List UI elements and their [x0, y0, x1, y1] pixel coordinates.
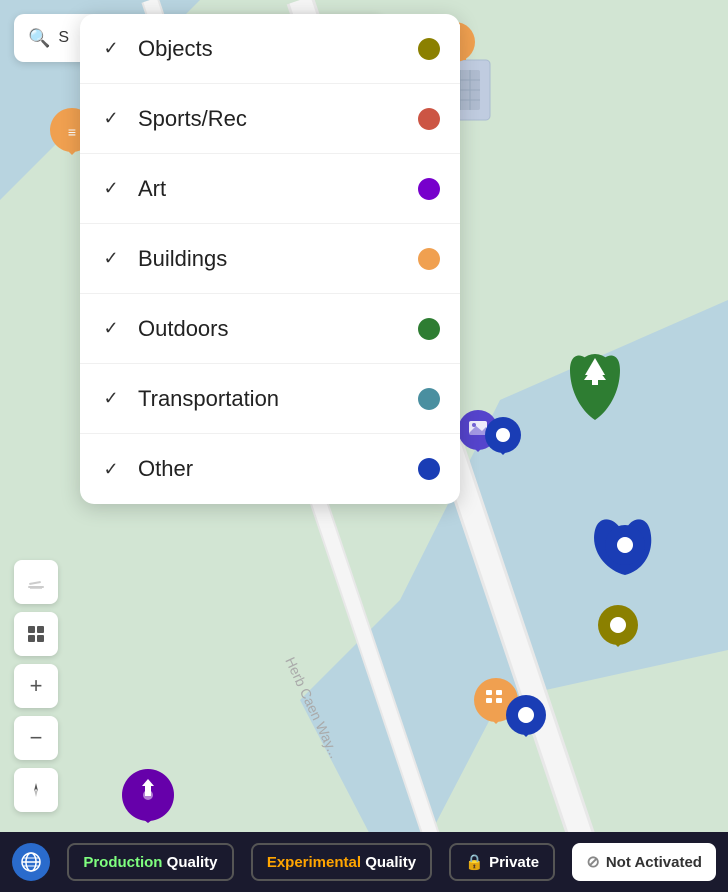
compass-button[interactable] [14, 768, 58, 812]
left-toolbar: + − [14, 560, 58, 812]
private-button[interactable]: 🔒 Private [449, 843, 555, 881]
check-icon: ✓ [100, 458, 122, 480]
slash-icon: ⊘ [586, 852, 599, 872]
experimental-quality-button[interactable]: Experimental Quality [251, 843, 432, 881]
filter-item-buildings[interactable]: ✓ Buildings [80, 224, 460, 294]
filter-item-transportation[interactable]: ✓ Transportation [80, 364, 460, 434]
check-icon: ✓ [100, 108, 122, 130]
production-label: Production [83, 854, 162, 871]
production-quality-button[interactable]: Production Quality [67, 843, 233, 881]
filter-item-label: Buildings [138, 246, 418, 272]
bottom-bar: Production Quality Experimental Quality … [0, 832, 728, 892]
not-activated-button[interactable]: ⊘ Not Activated [572, 843, 716, 881]
check-icon: ✓ [100, 38, 122, 60]
zoom-out-button[interactable]: − [14, 716, 58, 760]
svg-text:≡: ≡ [68, 124, 76, 140]
filter-item-other[interactable]: ✓ Other [80, 434, 460, 504]
filter-item-objects[interactable]: ✓ Objects [80, 14, 460, 84]
check-icon: ✓ [100, 178, 122, 200]
filter-item-label: Outdoors [138, 316, 418, 342]
not-activated-label: Not Activated [606, 854, 702, 871]
check-icon: ✓ [100, 388, 122, 410]
private-label: Private [489, 854, 539, 871]
edit-button[interactable] [14, 560, 58, 604]
filter-dot [418, 248, 440, 270]
filter-item-outdoors[interactable]: ✓ Outdoors [80, 294, 460, 364]
search-icon: 🔍 [28, 28, 50, 49]
filter-item-sports-rec[interactable]: ✓ Sports/Rec [80, 84, 460, 154]
check-icon: ✓ [100, 248, 122, 270]
filter-item-label: Other [138, 456, 418, 482]
filter-dot [418, 178, 440, 200]
filter-item-label: Transportation [138, 386, 418, 412]
filter-item-label: Sports/Rec [138, 106, 418, 132]
filter-dot [418, 318, 440, 340]
experimental-label: Experimental [267, 854, 361, 871]
filter-dot [418, 458, 440, 480]
check-icon: ✓ [100, 318, 122, 340]
filter-menu: ✓ Objects ✓ Sports/Rec ✓ Art ✓ Buildings… [80, 14, 460, 504]
experimental-quality-label: Quality [365, 854, 416, 871]
zoom-in-button[interactable]: + [14, 664, 58, 708]
filter-item-art[interactable]: ✓ Art [80, 154, 460, 224]
filter-dot [418, 108, 440, 130]
filter-dot [418, 38, 440, 60]
filter-item-label: Objects [138, 36, 418, 62]
filter-dot [418, 388, 440, 410]
production-quality-label: Quality [167, 854, 218, 871]
lock-icon: 🔒 [465, 853, 484, 871]
filter-item-label: Art [138, 176, 418, 202]
grid-button[interactable] [14, 612, 58, 656]
globe-button[interactable] [12, 843, 50, 881]
